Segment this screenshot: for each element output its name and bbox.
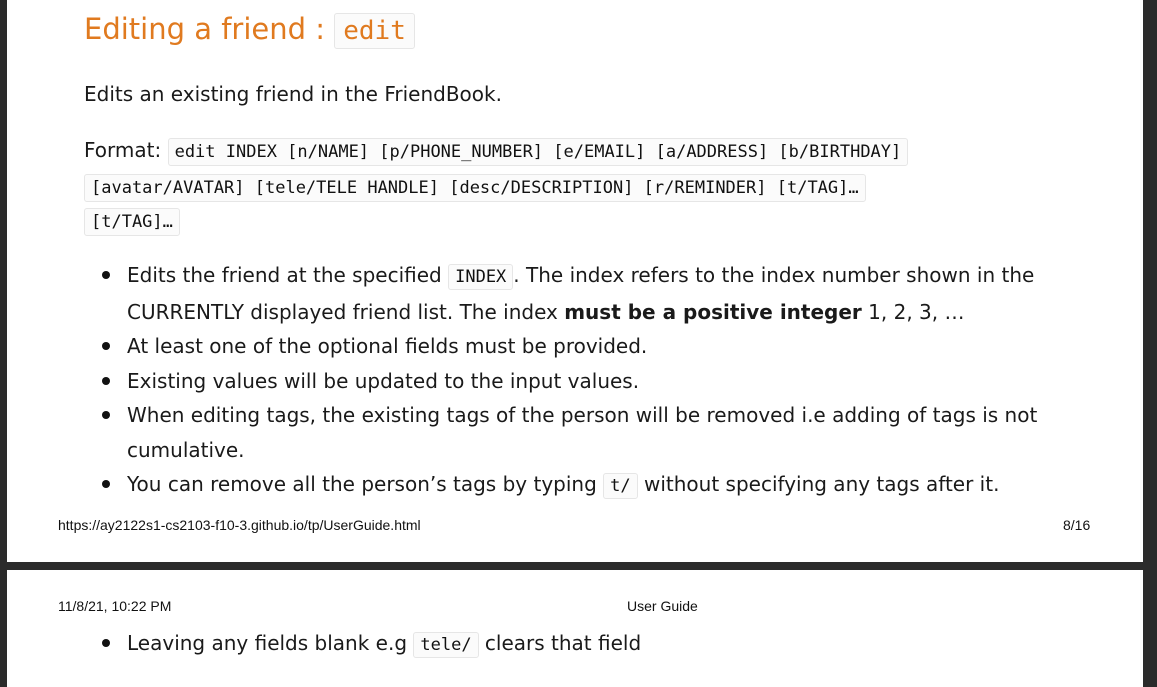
footer-url: https://ay2122s1-cs2103-f10-3.github.io/… — [58, 517, 421, 533]
list-item: Leaving any fields blank e.g tele/ clear… — [101, 626, 641, 663]
footer-page-number: 8/16 — [1063, 517, 1091, 533]
format-line-2: [avatar/AVATAR] [tele/TELE HANDLE] [desc… — [84, 174, 866, 202]
description-paragraph: Edits an existing friend in the FriendBo… — [84, 82, 502, 106]
heading-text: Editing a friend : — [84, 12, 335, 46]
list-item: When editing tags, the existing tags of … — [101, 398, 1037, 467]
bold-text: must be a positive integer — [564, 299, 862, 324]
header-date: 11/8/21, 10:22 PM — [58, 598, 172, 614]
pdf-page-9: 11/8/21, 10:22 PM User Guide Leaving any… — [7, 570, 1143, 687]
format-code-1: edit INDEX [n/NAME] [p/PHONE_NUMBER] [e/… — [167, 138, 909, 166]
pdf-page-8: Editing a friend : edit Edits an existin… — [7, 0, 1143, 562]
format-code-3: [t/TAG]… — [84, 208, 180, 236]
index-code: INDEX — [448, 264, 514, 290]
heading-code: edit — [334, 13, 415, 49]
format-code-2: [avatar/AVATAR] [tele/TELE HANDLE] [desc… — [84, 174, 866, 202]
list-item: Existing values will be updated to the i… — [101, 364, 1037, 399]
bullet-list: Leaving any fields blank e.g tele/ clear… — [84, 626, 641, 663]
tag-code: t/ — [603, 473, 638, 499]
list-item: Edits the friend at the specified INDEX.… — [101, 258, 1037, 329]
bullet-list: Edits the friend at the specified INDEX.… — [84, 258, 1037, 504]
format-line-1: Format: edit INDEX [n/NAME] [p/PHONE_NUM… — [84, 138, 909, 166]
header-title: User Guide — [627, 598, 698, 614]
format-label: Format: — [84, 138, 168, 162]
tele-code: tele/ — [413, 632, 479, 658]
list-item: At least one of the optional fields must… — [101, 329, 1037, 364]
format-line-3: [t/TAG]… — [84, 208, 180, 236]
list-item: You can remove all the person’s tags by … — [101, 467, 1037, 504]
section-heading: Editing a friend : edit — [84, 12, 415, 49]
